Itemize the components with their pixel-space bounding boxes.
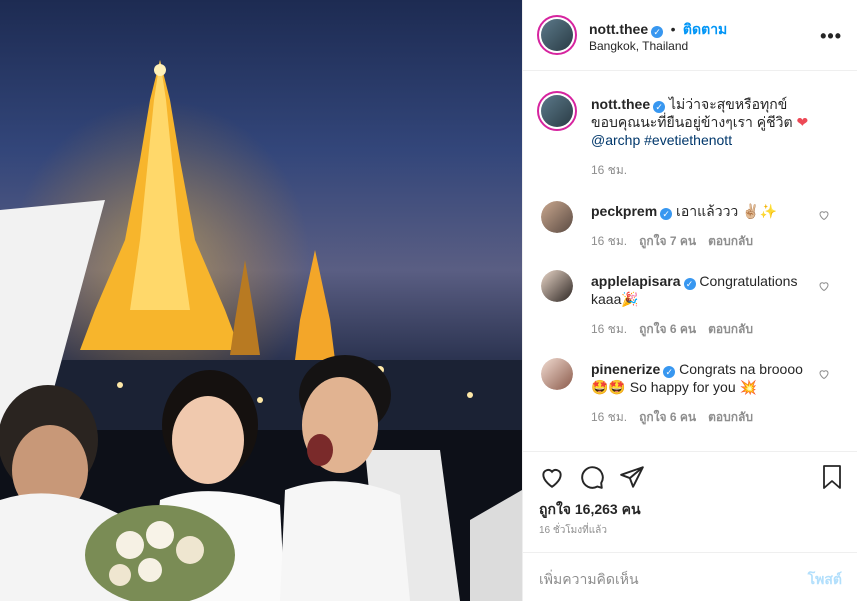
caption-time[interactable]: 16 ชม. [591, 161, 841, 180]
author-avatar[interactable] [537, 15, 577, 55]
temple-photo-illustration [0, 60, 522, 601]
post-comment-button[interactable]: โพสต์ [808, 569, 842, 591]
avatar-image [541, 270, 573, 302]
comment-meta: 16 ชม. ถูกใจ 6 คน ตอบกลับ [591, 408, 811, 427]
comment-likes[interactable]: ถูกใจ 6 คน [639, 322, 696, 336]
commenter-avatar[interactable] [541, 270, 573, 302]
post-timestamp[interactable]: 16 ชั่วโมงที่แล้ว [539, 523, 607, 538]
verified-icon: ✓ [653, 101, 666, 113]
follow-button[interactable]: ติดตาม [683, 21, 727, 37]
comment-bubble-icon[interactable] [579, 464, 605, 490]
comment-username[interactable]: pinenerize [591, 361, 660, 377]
commenter-avatar[interactable] [541, 201, 573, 233]
red-heart-icon: ❤ [796, 114, 809, 130]
comment-likes[interactable]: ถูกใจ 6 คน [639, 410, 696, 424]
comment-time[interactable]: 16 ชม. [591, 410, 627, 424]
comment-like-heart-icon[interactable] [818, 280, 830, 292]
more-options-icon[interactable]: ••• [820, 26, 842, 47]
avatar-image [541, 358, 573, 390]
comment-like-heart-icon[interactable] [818, 209, 830, 221]
verified-icon: ✓ [683, 278, 696, 290]
add-comment-bar: เพิ่มความคิดเห็น โพสต์ [523, 552, 857, 602]
comment-meta: 16 ชม. ถูกใจ 6 คน ตอบกลับ [591, 320, 811, 339]
hashtag-link[interactable]: #evetiethenott [644, 132, 732, 148]
author-line: nott.thee ✓ • ติดตาม [589, 19, 727, 41]
comment-like-heart-icon[interactable] [818, 368, 830, 380]
caption-text-2: ขอบคุณนะที่ยืนอยู่ข้างๆเรา คู่ชีวิต [591, 114, 793, 130]
comment-meta: 16 ชม. ถูกใจ 7 คน ตอบกลับ [591, 232, 811, 251]
comment-text: เอาแล้ววว ✌🏼✨ [676, 203, 778, 219]
reply-button[interactable]: ตอบกลับ [708, 322, 753, 336]
reply-button[interactable]: ตอบกลับ [708, 234, 753, 248]
share-paper-plane-icon[interactable] [619, 464, 645, 490]
caption-text-1: ไม่ว่าจะสุขหรือทุกข์ [669, 96, 788, 112]
comment-likes[interactable]: ถูกใจ 7 คน [639, 234, 696, 248]
mention-link[interactable]: @archp [591, 132, 640, 148]
comments-list[interactable]: nott.thee ✓ ไม่ว่าจะสุขหรือทุกข์ ขอบคุณนะ… [523, 71, 857, 451]
comment-item: applelapisara ✓ Congratulations kaaa🎉 16 … [591, 272, 811, 339]
verified-icon: ✓ [663, 366, 676, 378]
reply-button[interactable]: ตอบกลับ [708, 410, 753, 424]
commenter-avatar[interactable] [541, 358, 573, 390]
comment-item: pinenerize ✓ Congrats na broooo 🤩🤩 So hap… [591, 360, 811, 427]
author-username[interactable]: nott.thee [589, 21, 648, 37]
comment-time[interactable]: 16 ชม. [591, 322, 627, 336]
likes-count[interactable]: ถูกใจ 16,263 คน [539, 499, 641, 521]
caption-username[interactable]: nott.thee [591, 96, 650, 112]
avatar-image [541, 19, 573, 51]
comment-item: peckprem ✓ เอาแล้ววว ✌🏼✨ 16 ชม. ถูกใจ 7 คน… [591, 202, 811, 251]
caption: nott.thee ✓ ไม่ว่าจะสุขหรือทุกข์ ขอบคุณนะ… [591, 95, 841, 180]
post-photo[interactable] [0, 0, 522, 601]
post-sidebar: nott.thee ✓ • ติดตาม Bangkok, Thailand ••… [522, 0, 857, 601]
dot-separator: • [670, 21, 676, 37]
save-bookmark-icon[interactable] [820, 464, 844, 490]
comment-username[interactable]: peckprem [591, 203, 657, 219]
comment-time[interactable]: 16 ชม. [591, 234, 627, 248]
comment-username[interactable]: applelapisara [591, 273, 681, 289]
verified-icon: ✓ [651, 26, 664, 38]
verified-icon: ✓ [660, 208, 673, 220]
caption-avatar[interactable] [537, 91, 577, 131]
like-heart-icon[interactable] [539, 464, 565, 490]
avatar-image [541, 201, 573, 233]
post-location[interactable]: Bangkok, Thailand [589, 39, 688, 53]
avatar-image [541, 95, 573, 127]
post-actions: ถูกใจ 16,263 คน 16 ชั่วโมงที่แล้ว เพิ่มค… [523, 451, 857, 601]
comment-input[interactable]: เพิ่มความคิดเห็น [539, 569, 639, 591]
post-header: nott.thee ✓ • ติดตาม Bangkok, Thailand ••… [523, 0, 857, 71]
